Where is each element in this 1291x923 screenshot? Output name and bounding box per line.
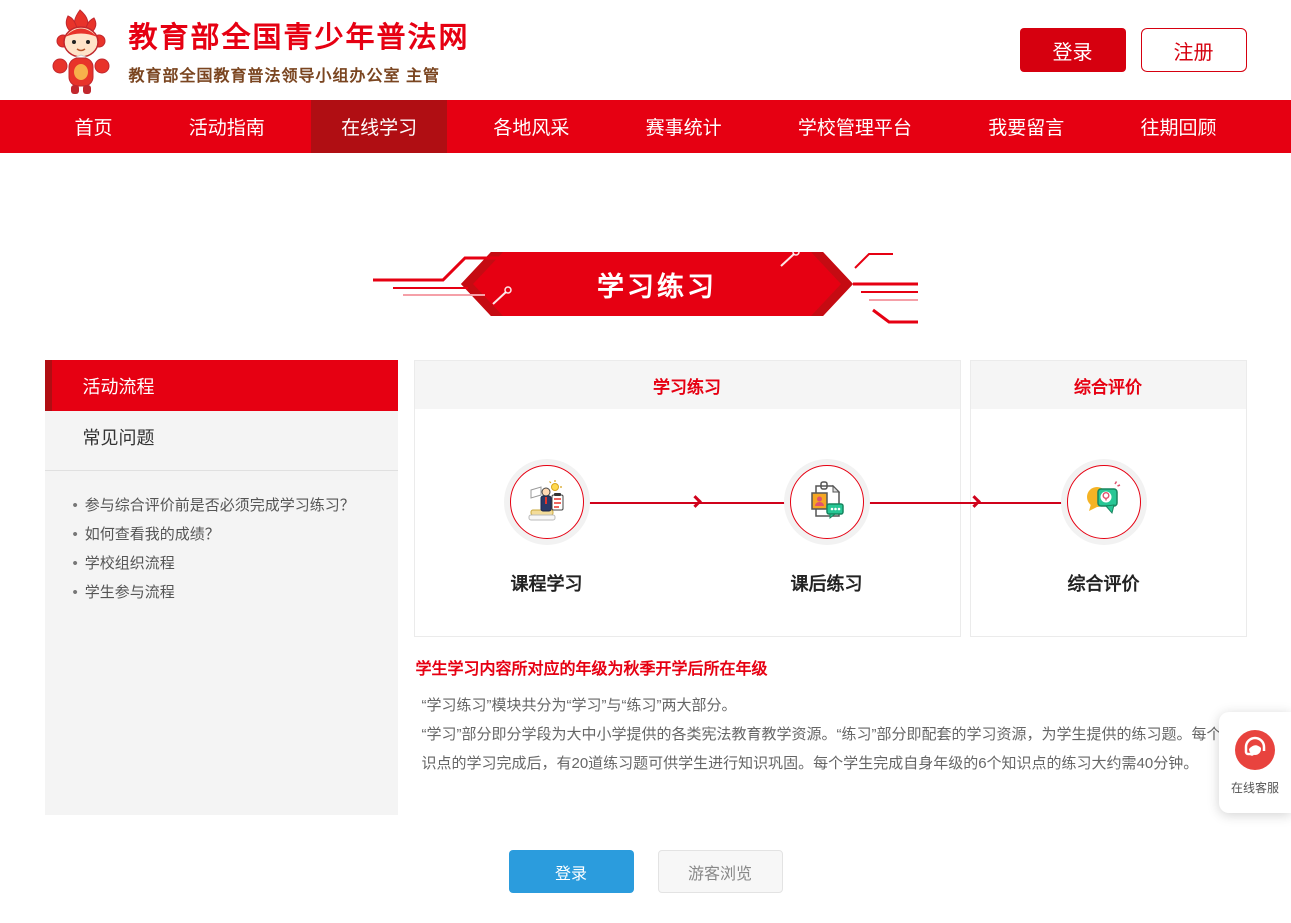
flow-step-comprehensive-evaluation-label: 综合评价	[1039, 570, 1169, 596]
faq-question-2[interactable]: 如何查看我的成绩？	[73, 520, 384, 549]
customer-service-icon	[1234, 729, 1276, 771]
faq-question-1[interactable]: 参与综合评价前是否必须完成学习练习？	[73, 491, 384, 520]
course-study-icon	[525, 480, 569, 524]
sidebar-tab-activity-flow[interactable]: 活动流程	[45, 360, 398, 411]
nav-item-home[interactable]: 首页	[45, 100, 143, 153]
guest-browse-button[interactable]: 游客浏览	[658, 850, 783, 893]
sidebar: 活动流程 常见问题 参与综合评价前是否必须完成学习练习？ 如何查看我的成绩？ 学…	[45, 360, 398, 815]
section-banner: 学习练习	[373, 240, 918, 324]
site-subtitle: 教育部全国教育普法领导小组办公室 主管	[129, 62, 470, 86]
description-paragraph-2: “学习”部分即分学段为大中小学提供的各类宪法教育教学资源。“练习”部分即配套的学…	[414, 720, 1247, 778]
panel-study-practice-title: 学习练习	[415, 361, 960, 409]
comprehensive-evaluation-icon	[1082, 480, 1126, 524]
flow-line-1	[589, 502, 785, 504]
mascot-logo	[45, 8, 117, 96]
flow-line-2	[869, 502, 1062, 504]
flow-step-course-study-label: 课程学习	[482, 570, 612, 596]
nav-item-school-platform[interactable]: 学校管理平台	[768, 100, 942, 153]
flow-panels: 学习练习 综合评价	[414, 360, 1247, 637]
header-login-button[interactable]: 登录	[1020, 28, 1126, 72]
nav-item-leave-message[interactable]: 我要留言	[958, 100, 1094, 153]
nav-item-local-highlights[interactable]: 各地风采	[463, 100, 599, 153]
after-class-practice-icon	[805, 480, 849, 524]
nav-item-online-learning[interactable]: 在线学习	[311, 100, 447, 153]
flow-step-course-study: 课程学习	[482, 459, 612, 596]
sidebar-tab-faq[interactable]: 常见问题	[45, 411, 398, 462]
banner-title: 学习练习	[461, 252, 853, 316]
brand[interactable]: 教育部全国青少年普法网 教育部全国教育普法领导小组办公室 主管	[45, 4, 470, 96]
panel-comprehensive-evaluation-title: 综合评价	[971, 361, 1246, 409]
description-paragraph-1: “学习练习”模块共分为“学习”与“练习”两大部分。	[414, 691, 1247, 720]
main-nav: 首页 活动指南 在线学习 各地风采 赛事统计 学校管理平台 我要留言 往期回顾	[0, 100, 1291, 153]
bottom-actions: 登录 游客浏览	[45, 850, 1247, 893]
flow-step-after-class-practice-label: 课后练习	[762, 570, 892, 596]
main-content: 学习练习 综合评价	[414, 360, 1247, 815]
online-service-widget[interactable]: 在线客服	[1219, 712, 1291, 813]
flow-step-comprehensive-evaluation: 综合评价	[1039, 459, 1169, 596]
nav-item-past-reviews[interactable]: 往期回顾	[1110, 100, 1246, 153]
header-register-button[interactable]: 注册	[1141, 28, 1247, 72]
faq-question-4[interactable]: 学生参与流程	[73, 578, 384, 607]
site-title: 教育部全国青少年普法网	[129, 14, 470, 56]
nav-item-competition-stats[interactable]: 赛事统计	[616, 100, 752, 153]
grade-notice: 学生学习内容所对应的年级为秋季开学后所在年级	[414, 655, 1247, 679]
faq-question-3[interactable]: 学校组织流程	[73, 549, 384, 578]
site-header: 教育部全国青少年普法网 教育部全国教育普法领导小组办公室 主管 登录 注册	[0, 0, 1291, 100]
faq-question-list: 参与综合评价前是否必须完成学习练习？ 如何查看我的成绩？ 学校组织流程 学生参与…	[45, 471, 398, 607]
online-service-label: 在线客服	[1231, 779, 1279, 796]
login-button[interactable]: 登录	[509, 850, 634, 893]
nav-item-activity-guide[interactable]: 活动指南	[159, 100, 295, 153]
flow-step-after-class-practice: 课后练习	[762, 459, 892, 596]
description-paragraphs: “学习练习”模块共分为“学习”与“练习”两大部分。 “学习”部分即分学段为大中小…	[414, 691, 1247, 778]
